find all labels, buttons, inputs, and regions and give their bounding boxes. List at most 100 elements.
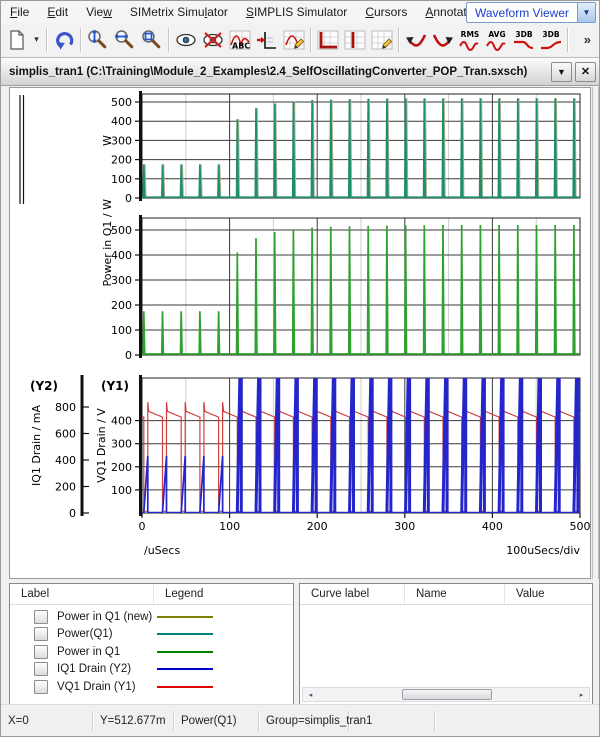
menu-item-view[interactable]: View (77, 2, 121, 22)
legend-label: IQ1 Drain (Y2) (57, 663, 131, 675)
legend-rows: Power in Q1 (new)Power(Q1) Power in Q1 IQ1… (10, 605, 293, 696)
scrollbar-track[interactable] (318, 688, 574, 701)
menu-bar: FileEditViewSIMetrix SimulatorSIMPLIS Si… (1, 1, 599, 23)
zoom-box-button[interactable] (138, 26, 165, 53)
legend-label: Power in Q1 (57, 646, 120, 658)
menu-item-file[interactable]: File (1, 2, 38, 22)
svg-text:0: 0 (139, 520, 146, 533)
graph-panel[interactable]: 0100200300400500W0100200300400500Power i… (9, 87, 591, 579)
svg-text:600: 600 (55, 428, 76, 441)
svg-text:200: 200 (307, 520, 328, 533)
svg-text:400: 400 (55, 454, 76, 467)
new-axis-button[interactable] (314, 26, 341, 53)
zoom-x-icon (113, 28, 137, 52)
menu-item-simetrix-simulator[interactable]: SIMetrix Simulator (121, 2, 237, 22)
svg-text:300: 300 (111, 438, 132, 451)
svg-text:300: 300 (111, 134, 132, 147)
status-empty-1 (349, 711, 435, 731)
legend-row-vq1-drain-y1[interactable]: VQ1 Drain (Y1) (10, 678, 293, 696)
vertical-scrollbar[interactable] (592, 87, 599, 579)
svg-text:RMS: RMS (460, 30, 479, 39)
svg-text:500: 500 (570, 520, 591, 533)
status-bar: X=0Y=512.677mPower(Q1)Group=simplis_tran… (1, 704, 599, 736)
toolbar-overflow-chevron[interactable]: » (576, 32, 599, 47)
edit-curve-button[interactable] (280, 26, 307, 53)
values-header-value[interactable]: Value (505, 584, 592, 604)
label-curve-button[interactable]: ABC (226, 26, 253, 53)
svg-text:400: 400 (111, 415, 132, 428)
menu-items: FileEditViewSIMetrix SimulatorSIMPLIS Si… (1, 2, 482, 22)
move-curve-to-axis-button[interactable] (253, 26, 280, 53)
chevron-down-icon[interactable]: ▼ (577, 3, 595, 22)
scrollbar-thumb[interactable] (402, 689, 491, 700)
new-document-button[interactable] (3, 26, 30, 53)
rms-button[interactable]: RMS (456, 26, 483, 53)
legend-header-label[interactable]: Label (10, 584, 154, 604)
legend-row-iq1-drain-y2[interactable]: IQ1 Drain (Y2) (10, 661, 293, 679)
legend-row-power-q1[interactable]: Power(Q1) (10, 626, 293, 644)
edit-grid-icon (370, 28, 394, 52)
curve-arrow-right-icon (431, 28, 455, 52)
toolbar-separator (567, 28, 568, 52)
status-group: Group=simplis_tran1 (259, 711, 349, 731)
svg-text:VQ1 Drain / V: VQ1 Drain / V (95, 408, 108, 483)
legend-header-legend[interactable]: Legend (154, 584, 293, 604)
legend-checkbox[interactable] (34, 627, 48, 641)
legend-label: VQ1 Drain (Y1) (57, 681, 136, 693)
avg-button[interactable]: AVG (483, 26, 510, 53)
menu-item-edit[interactable]: Edit (38, 2, 77, 22)
window-menu-button[interactable]: ▼ (551, 62, 572, 82)
legend-color-line (157, 651, 213, 653)
menu-item-simplis-simulator[interactable]: SIMPLIS Simulator (237, 2, 356, 22)
3db-lowpass-button[interactable]: 3DB (510, 26, 537, 53)
undo-icon (52, 28, 76, 52)
svg-text:0: 0 (125, 192, 132, 205)
edit-grid-button[interactable] (368, 26, 395, 53)
legend-color-line (157, 616, 213, 618)
svg-text:IQ1 Drain / mA: IQ1 Drain / mA (30, 404, 43, 486)
waveform-plot[interactable]: 0100200300400500W0100200300400500Power i… (10, 88, 590, 578)
svg-text:Power in Q1 / W: Power in Q1 / W (101, 199, 114, 287)
viewer-select-value: Waveform Viewer (467, 6, 577, 20)
undo-button[interactable] (50, 26, 77, 53)
viewer-select[interactable]: Waveform Viewer ▼ (466, 2, 596, 23)
legend-checkbox[interactable] (34, 610, 48, 624)
new-document-dropdown[interactable]: ▾ (30, 26, 43, 53)
show-curve-button[interactable] (172, 26, 199, 53)
scroll-left-icon[interactable]: ◂ (303, 688, 318, 701)
svg-text:3DB: 3DB (515, 30, 532, 39)
new-grid-button[interactable] (341, 26, 368, 53)
scroll-right-icon[interactable]: ▸ (574, 688, 589, 701)
horizontal-scrollbar[interactable]: ◂ ▸ (302, 687, 590, 702)
menu-item-cursors[interactable]: Cursors (356, 2, 416, 22)
move-curve-icon (255, 28, 279, 52)
previous-curve-button[interactable] (402, 26, 429, 53)
hide-curve-button[interactable] (199, 26, 226, 53)
legend-panel: Label Legend Power in Q1 (new)Power(Q1)P… (9, 583, 294, 705)
svg-text:200: 200 (111, 461, 132, 474)
zoom-y-button[interactable] (84, 26, 111, 53)
close-button[interactable]: ✕ (575, 62, 596, 82)
eye-icon (174, 28, 198, 52)
svg-text:400: 400 (482, 520, 503, 533)
legend-checkbox[interactable] (34, 662, 48, 676)
svg-text:400: 400 (111, 115, 132, 128)
values-header-curve-label[interactable]: Curve label (300, 584, 405, 604)
values-header-name[interactable]: Name (405, 584, 505, 604)
zoom-x-button[interactable] (111, 26, 138, 53)
legend-checkbox[interactable] (34, 645, 48, 659)
svg-text:500: 500 (111, 96, 132, 109)
legend-row-power-in-q1-new[interactable]: Power in Q1 (new) (10, 608, 293, 626)
legend-color-line (157, 668, 213, 670)
3db-highpass-button[interactable]: 3DB (537, 26, 564, 53)
new-axis-icon (316, 28, 340, 52)
avg-icon: AVG (484, 28, 510, 52)
legend-color-line (157, 686, 213, 688)
legend-row-power-in-q1[interactable]: Power in Q1 (10, 643, 293, 661)
toolbar: ▾ (1, 23, 599, 56)
next-curve-button[interactable] (429, 26, 456, 53)
toolbar-separator (80, 28, 81, 52)
svg-text:100: 100 (111, 173, 132, 186)
svg-text:100uSecs/div: 100uSecs/div (506, 544, 580, 557)
legend-checkbox[interactable] (34, 680, 48, 694)
